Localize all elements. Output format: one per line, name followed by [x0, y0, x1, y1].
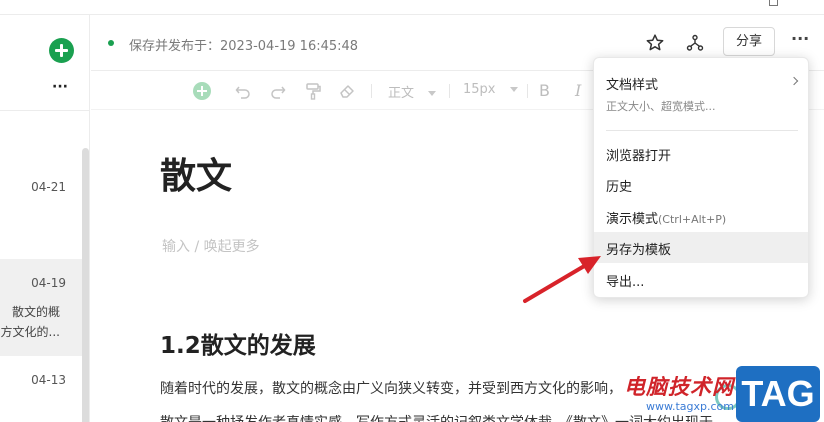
font-size-value: 15px — [463, 82, 496, 97]
menu-item-doc-style[interactable]: 文档样式 正文大小、超宽模式... — [594, 58, 808, 130]
shortcut-hint: (Ctrl+Alt+P) — [658, 213, 727, 226]
more-options-button[interactable]: ··· — [791, 29, 809, 48]
menu-item-presentation[interactable]: 演示模式(Ctrl+Alt+P) — [594, 200, 808, 232]
list-item-snippet: 散文的概 — [11, 305, 60, 319]
paragraph-style-value: 正文 — [388, 86, 415, 101]
menu-item-save-as-template[interactable]: 另存为模板 — [594, 232, 808, 263]
body-paragraph[interactable]: 随着时代的发展，散文的概念由广义向狭义转变，并受到西方文化的影响， — [160, 378, 622, 398]
italic-button[interactable]: I — [575, 81, 581, 100]
sidebar-scrollbar[interactable] — [82, 148, 89, 422]
more-options-menu: 文档样式 正文大小、超宽模式... 浏览器打开 历史 演示模式(Ctrl+Alt… — [593, 57, 809, 298]
undo-icon[interactable] — [234, 81, 252, 101]
list-item-selected[interactable]: 04-19 散文的概 方文化的... — [0, 259, 82, 356]
window-top-strip — [0, 0, 824, 15]
editor-placeholder[interactable]: 输入 / 唤起更多 — [162, 236, 260, 256]
doc-title[interactable]: 散文 — [160, 147, 232, 199]
watermark-text: 电脑技术网 — [624, 375, 734, 399]
site-watermark: 电脑技术网 www.tagxp.com TAG — [598, 366, 824, 422]
doc-list-sidebar: ··· 04-21 04-19 散文的概 方文化的... 04-13 — [0, 15, 90, 422]
menu-item-label: 浏览器打开 — [606, 149, 672, 164]
menu-item-history[interactable]: 历史 — [594, 169, 808, 200]
sidebar-divider — [0, 110, 89, 111]
menu-item-label: 导出... — [606, 275, 645, 290]
chevron-right-icon — [789, 76, 799, 86]
clear-format-icon[interactable] — [338, 81, 356, 101]
list-item-date: 04-13 — [31, 373, 66, 387]
watermark-tag-badge: TAG — [736, 366, 820, 422]
font-size-select[interactable]: 15px — [463, 82, 518, 97]
share-network-icon[interactable] — [685, 33, 705, 53]
list-item-date: 04-21 — [31, 180, 66, 194]
list-item-snippet: 方文化的... — [0, 325, 60, 339]
watermark-url: www.tagxp.com — [646, 400, 734, 413]
new-doc-button[interactable] — [49, 38, 74, 63]
menu-item-label: 历史 — [606, 180, 633, 195]
toolbar-divider — [449, 84, 450, 98]
chevron-down-icon — [428, 91, 437, 96]
menu-item-label: 文档样式 — [606, 78, 659, 93]
sidebar-more-button[interactable]: ··· — [52, 79, 68, 95]
menu-item-export[interactable]: 导出... — [594, 263, 808, 295]
bold-button[interactable]: B — [539, 81, 550, 100]
share-button[interactable]: 分享 — [723, 27, 775, 56]
maximize-icon[interactable] — [769, 0, 778, 6]
list-item[interactable]: 04-13 — [0, 360, 82, 422]
paragraph-style-select[interactable]: 正文 — [388, 82, 437, 101]
redo-icon[interactable] — [269, 81, 287, 101]
app-window: ··· 04-21 04-19 散文的概 方文化的... 04-13 保存并发布… — [0, 0, 824, 422]
saved-status-dot — [108, 40, 114, 46]
list-item-date: 04-19 — [31, 276, 66, 290]
menu-item-sub-label: 正文大小、超宽模式... — [606, 100, 716, 113]
menu-item-label: 另存为模板 — [606, 243, 672, 258]
menu-item-label: 演示模式 — [606, 212, 659, 227]
list-item[interactable]: 04-21 — [0, 160, 82, 260]
chevron-down-icon — [509, 87, 518, 92]
insert-block-icon[interactable] — [193, 82, 211, 100]
format-painter-icon[interactable] — [304, 81, 322, 101]
menu-item-open-browser[interactable]: 浏览器打开 — [594, 138, 808, 169]
menu-divider — [606, 130, 798, 131]
toolbar-divider — [371, 84, 372, 98]
toolbar-divider — [527, 84, 528, 98]
star-icon[interactable] — [645, 33, 665, 53]
section-heading[interactable]: 1.2散文的发展 — [160, 326, 316, 360]
save-status-text: 保存并发布于：2023-04-19 16:45:48 — [129, 39, 359, 54]
